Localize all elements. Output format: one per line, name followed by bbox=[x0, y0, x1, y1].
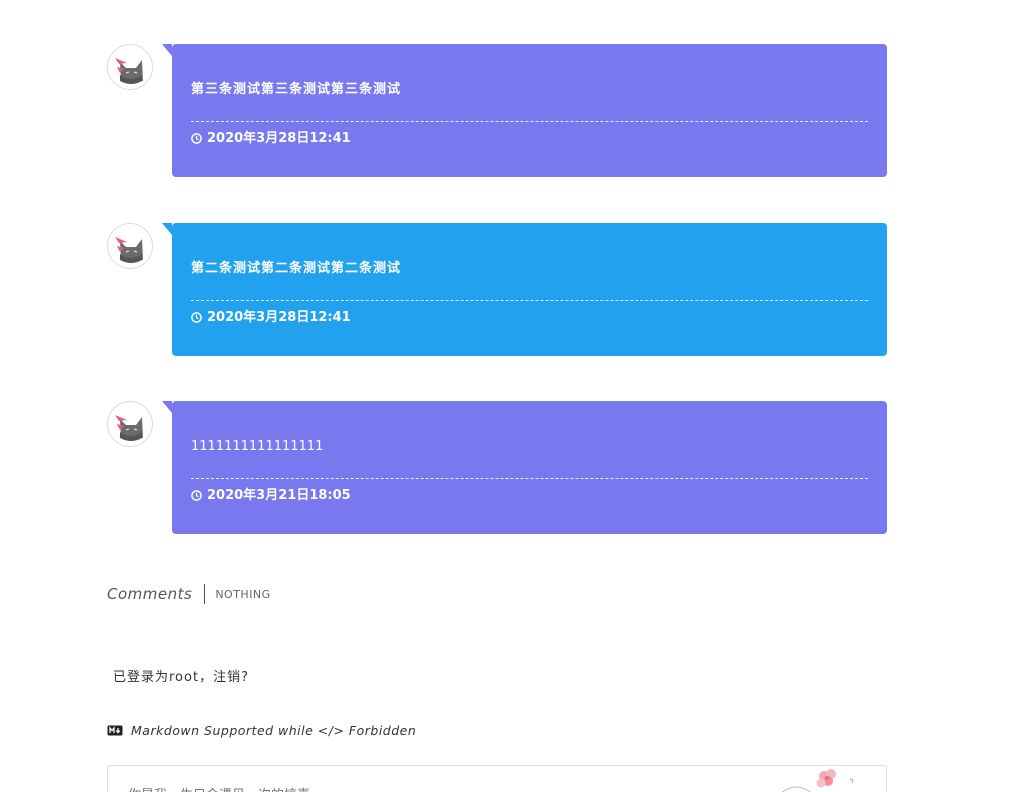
avatar[interactable] bbox=[107, 401, 153, 447]
clock-icon bbox=[191, 490, 202, 501]
markdown-icon bbox=[107, 725, 123, 736]
clock-icon bbox=[191, 312, 202, 323]
message-bubble: 1111111111111111 2020年3月21日18:05 bbox=[162, 401, 887, 534]
cat-avatar-icon bbox=[108, 224, 152, 268]
message-text: 第三条测试第三条测试第三条测试 bbox=[191, 44, 868, 122]
page: 第三条测试第三条测试第三条测试 2020年3月28日12:41 第二条测试第二条… bbox=[0, 0, 1029, 792]
avatar[interactable] bbox=[107, 44, 153, 90]
markdown-note: Markdown Supported while </> Forbidden bbox=[107, 723, 416, 738]
message-time-text: 2020年3月28日12:41 bbox=[207, 131, 351, 146]
message-time: 2020年3月28日12:41 bbox=[191, 122, 868, 177]
cat-avatar-icon bbox=[108, 45, 152, 89]
message-bubble: 第三条测试第三条测试第三条测试 2020年3月28日12:41 bbox=[162, 44, 887, 177]
message-time: 2020年3月28日12:41 bbox=[191, 301, 868, 356]
message-time-text: 2020年3月28日12:41 bbox=[207, 310, 351, 325]
cat-avatar-icon bbox=[108, 402, 152, 446]
message-time: 2020年3月21日18:05 bbox=[191, 479, 868, 534]
message-text: 第二条测试第二条测试第二条测试 bbox=[191, 223, 868, 301]
message-time-text: 2020年3月21日18:05 bbox=[207, 488, 351, 503]
divider bbox=[204, 584, 206, 604]
message-text: 1111111111111111 bbox=[191, 401, 868, 479]
comments-subtitle: NOTHING bbox=[215, 587, 271, 601]
comment-input[interactable] bbox=[108, 766, 886, 792]
comment-box bbox=[107, 765, 887, 792]
markdown-note-text: Markdown Supported while </> Forbidden bbox=[131, 723, 417, 738]
login-status[interactable]: 已登录为root，注销? bbox=[113, 666, 249, 685]
comments-heading: Comments NOTHING bbox=[107, 582, 271, 606]
message-bubble: 第二条测试第二条测试第二条测试 2020年3月28日12:41 bbox=[162, 223, 887, 356]
avatar[interactable] bbox=[107, 223, 153, 269]
clock-icon bbox=[191, 133, 202, 144]
flower-decoration-icon bbox=[781, 769, 854, 792]
comments-title: Comments bbox=[107, 585, 193, 603]
